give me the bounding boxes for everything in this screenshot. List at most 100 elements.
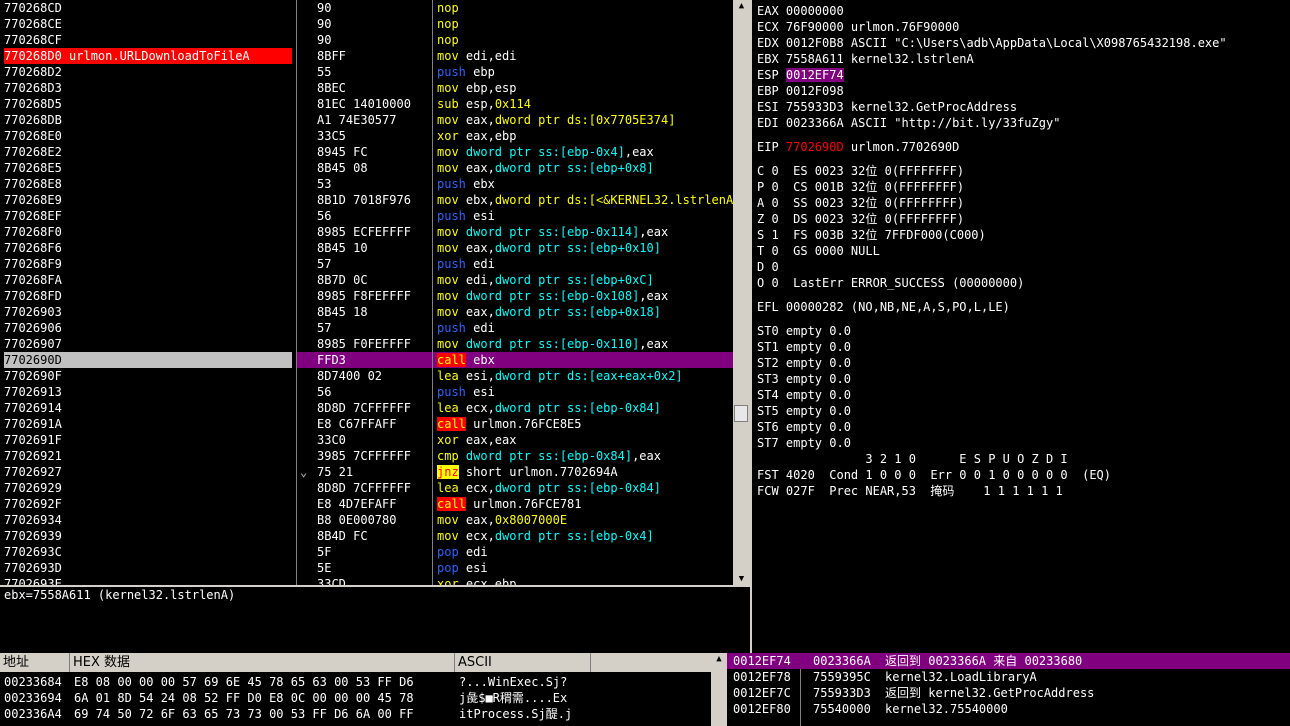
stack-row[interactable]: 0012EF80 75540000 kernel32.75540000 bbox=[727, 701, 1290, 717]
register-line[interactable]: ST1 empty 0.0 bbox=[757, 339, 851, 355]
disasm-address: 770268D2 bbox=[4, 65, 62, 79]
disasm-row[interactable]: 7702693D 5E pop esi bbox=[0, 560, 733, 576]
register-line[interactable]: FCW 027F Prec NEAR,53 掩码 1 1 1 1 1 1 bbox=[757, 483, 1063, 499]
column-header-ascii[interactable]: ASCII bbox=[455, 653, 591, 672]
disasm-hex: 8D7400 02 bbox=[317, 369, 383, 383]
column-header-address[interactable]: 地址 bbox=[0, 653, 70, 672]
disasm-row[interactable]: 770268D2 55 push ebp bbox=[0, 64, 733, 80]
register-line[interactable]: ST7 empty 0.0 bbox=[757, 435, 851, 451]
registers-pane[interactable]: EAX 00000000 ECX 76F90000 urlmon.76F90000… bbox=[752, 0, 1290, 651]
disasm-row[interactable]: 770268D5 81EC 14010000 sub esp,0x114 bbox=[0, 96, 733, 112]
disasm-instruction: mov eax,dword ptr ds:[0x7705E374] bbox=[437, 112, 733, 128]
register-line[interactable]: EIP 7702690D urlmon.7702690D bbox=[757, 139, 959, 155]
instruction-token: dword ptr ss:[ebp+0x18] bbox=[494, 305, 661, 319]
register-line[interactable]: A 0 SS 0023 32位 0(FFFFFFFF) bbox=[757, 195, 964, 211]
disassembly-pane[interactable]: 770268CD 90 nop 770268CE 90 nop 770268CF 90 nop 7… bbox=[0, 0, 733, 585]
disasm-address: 77026914 bbox=[4, 401, 62, 415]
register-line[interactable]: O 0 LastErr ERROR_SUCCESS (00000000) bbox=[757, 275, 1024, 291]
register-line[interactable]: ST0 empty 0.0 bbox=[757, 323, 851, 339]
disasm-row[interactable]: 77026939 8B4D FC mov ecx,dword ptr ss:[ebp… bbox=[0, 528, 733, 544]
disasm-row[interactable]: 7702690D FFD3 call ebx bbox=[0, 352, 733, 368]
disasm-row[interactable]: 77026914 8D8D 7CFFFFFF lea ecx,dword ptr s… bbox=[0, 400, 733, 416]
disasm-row[interactable]: 770268DB A1 74E30577 mov eax,dword ptr ds:… bbox=[0, 112, 733, 128]
disasm-row[interactable]: 77026906 57 push edi bbox=[0, 320, 733, 336]
register-line[interactable]: P 0 CS 001B 32位 0(FFFFFFFF) bbox=[757, 179, 964, 195]
instruction-token: mov bbox=[437, 337, 466, 351]
disasm-row[interactable]: 770268EF 56 push esi bbox=[0, 208, 733, 224]
instruction-token: call bbox=[437, 417, 466, 431]
scroll-down-icon[interactable]: ▼ bbox=[733, 573, 750, 585]
disasm-row[interactable]: 770268F0 8985 ECFEFFFF mov dword ptr ss:[e… bbox=[0, 224, 733, 240]
register-line[interactable]: 3 2 1 0 E S P U O Z D I bbox=[757, 451, 1067, 467]
disasm-row[interactable]: 770268CF 90 nop bbox=[0, 32, 733, 48]
disasm-row[interactable]: 770268F9 57 push edi bbox=[0, 256, 733, 272]
disasm-row[interactable]: 770268E5 8B45 08 mov eax,dword ptr ss:[ebp… bbox=[0, 160, 733, 176]
scroll-thumb[interactable] bbox=[734, 405, 748, 422]
column-header-hex[interactable]: HEX 数据 bbox=[70, 653, 455, 672]
disasm-hex: 8D8D 7CFFFFFF bbox=[317, 401, 411, 415]
register-line[interactable]: FST 4020 Cond 1 0 0 0 Err 0 0 1 0 0 0 0 … bbox=[757, 467, 1111, 483]
disasm-row[interactable]: 77026934 B8 0E000780 mov eax,0x8007000E bbox=[0, 512, 733, 528]
register-line[interactable]: EBP 0012F098 bbox=[757, 83, 844, 99]
register-line[interactable]: EDI 0023366A ASCII "http://bit.ly/33fuZg… bbox=[757, 115, 1060, 131]
register-line[interactable]: S 1 FS 003B 32位 7FFDF000(C000) bbox=[757, 227, 986, 243]
register-line[interactable]: EDX 0012F0B8 ASCII "C:\Users\adb\AppData… bbox=[757, 35, 1227, 51]
disasm-row[interactable]: 77026913 56 push esi bbox=[0, 384, 733, 400]
stack-row[interactable]: 0012EF78 7559395C kernel32.LoadLibraryA bbox=[727, 669, 1290, 685]
disasm-address: 77026906 bbox=[4, 321, 62, 335]
stack-address: 0012EF80 bbox=[733, 702, 791, 716]
disasm-row[interactable]: 770268F6 8B45 10 mov eax,dword ptr ss:[ebp… bbox=[0, 240, 733, 256]
disasm-row[interactable]: 77026903 8B45 18 mov eax,dword ptr ss:[ebp… bbox=[0, 304, 733, 320]
disasm-row[interactable]: 770268FD 8985 F8FEFFFF mov dword ptr ss:[e… bbox=[0, 288, 733, 304]
disasm-row[interactable]: 770268CE 90 nop bbox=[0, 16, 733, 32]
hex-dump-pane[interactable]: 00233684 E8 08 00 00 00 57 69 6E 45 78 65… bbox=[0, 672, 711, 726]
register-line[interactable]: Z 0 DS 0023 32位 0(FFFFFFFF) bbox=[757, 211, 964, 227]
disasm-row[interactable]: 7702693E 33CD xor ecx,ebp bbox=[0, 576, 733, 585]
scroll-up-icon[interactable]: ▲ bbox=[733, 0, 750, 12]
disasm-row[interactable]: 770268E8 53 push ebx bbox=[0, 176, 733, 192]
disasm-row[interactable]: 770268D0 urlmon.URLDownloadToFileA 8BFF mo… bbox=[0, 48, 733, 64]
register-line[interactable]: ST5 empty 0.0 bbox=[757, 403, 851, 419]
stack-pane[interactable]: 0012EF74 0023366A 返回到 0023366A 来自 00233680… bbox=[727, 653, 1290, 726]
hex-dump-scrollbar[interactable]: ▲ bbox=[711, 653, 727, 726]
register-line[interactable]: ECX 76F90000 urlmon.76F90000 bbox=[757, 19, 959, 35]
disasm-hex: 56 bbox=[317, 385, 332, 399]
register-line[interactable]: C 0 ES 0023 32位 0(FFFFFFFF) bbox=[757, 163, 964, 179]
scroll-up-icon[interactable]: ▲ bbox=[711, 653, 727, 665]
disasm-row[interactable]: 77026921 3985 7CFFFFFF cmp dword ptr ss:[e… bbox=[0, 448, 733, 464]
disasm-row[interactable]: 770268D3 8BEC mov ebp,esp bbox=[0, 80, 733, 96]
register-line[interactable]: D 0 bbox=[757, 259, 779, 275]
disassembly-scrollbar[interactable]: ▲ ▼ bbox=[733, 0, 750, 585]
disasm-hex: 8BEC bbox=[317, 81, 346, 95]
disasm-address: 7702691A bbox=[4, 417, 62, 431]
disasm-row[interactable]: 77026927 75 21 ⌄ jnz short urlmon.7702694A bbox=[0, 464, 733, 480]
register-line[interactable]: EFL 00000282 (NO,NB,NE,A,S,PO,L,LE) bbox=[757, 299, 1010, 315]
disasm-row[interactable]: 770268CD 90 nop bbox=[0, 0, 733, 16]
hex-ascii: itProcess.Sj醍.j bbox=[459, 707, 573, 721]
disasm-row[interactable]: 7702691A E8 C67FFAFF call urlmon.76FCE8E5 bbox=[0, 416, 733, 432]
register-line[interactable]: ST6 empty 0.0 bbox=[757, 419, 851, 435]
disasm-row[interactable]: 770268E0 33C5 xor eax,ebp bbox=[0, 128, 733, 144]
register-line[interactable]: EAX 00000000 bbox=[757, 3, 844, 19]
disasm-row[interactable]: 7702693C 5F pop edi bbox=[0, 544, 733, 560]
register-line[interactable]: ST3 empty 0.0 bbox=[757, 371, 851, 387]
register-line[interactable]: EBX 7558A611 kernel32.lstrlenA bbox=[757, 51, 974, 67]
disasm-instruction: mov eax,dword ptr ss:[ebp+0x10] bbox=[437, 240, 733, 256]
register-line[interactable]: ST2 empty 0.0 bbox=[757, 355, 851, 371]
stack-row[interactable]: 0012EF7C 755933D3 返回到 kernel32.GetProcAddr… bbox=[727, 685, 1290, 701]
disasm-row[interactable]: 77026929 8D8D 7CFFFFFF lea ecx,dword ptr s… bbox=[0, 480, 733, 496]
register-line[interactable]: T 0 GS 0000 NULL bbox=[757, 243, 880, 259]
disasm-row[interactable]: 7702690F 8D7400 02 lea esi,dword ptr ds:[e… bbox=[0, 368, 733, 384]
disasm-row[interactable]: 77026907 8985 F0FEFFFF mov dword ptr ss:[e… bbox=[0, 336, 733, 352]
disasm-instruction: mov ebp,esp bbox=[437, 80, 733, 96]
disasm-row[interactable]: 770268FA 8B7D 0C mov edi,dword ptr ss:[ebp… bbox=[0, 272, 733, 288]
register-line[interactable]: ESP 0012EF74 bbox=[757, 67, 844, 83]
disasm-row[interactable]: 770268E9 8B1D 7018F976 mov ebx,dword ptr d… bbox=[0, 192, 733, 208]
stack-row[interactable]: 0012EF74 0023366A 返回到 0023366A 来自 00233680 bbox=[727, 653, 1290, 669]
register-line[interactable]: ST4 empty 0.0 bbox=[757, 387, 851, 403]
disasm-row[interactable]: 7702692F E8 4D7EFAFF call urlmon.76FCE781 bbox=[0, 496, 733, 512]
disasm-row[interactable]: 7702691F 33C0 xor eax,eax bbox=[0, 432, 733, 448]
disasm-address: 770268D3 bbox=[4, 81, 62, 95]
disasm-row[interactable]: 770268E2 8945 FC mov dword ptr ss:[ebp-0x4… bbox=[0, 144, 733, 160]
register-line[interactable]: ESI 755933D3 kernel32.GetProcAddress bbox=[757, 99, 1017, 115]
